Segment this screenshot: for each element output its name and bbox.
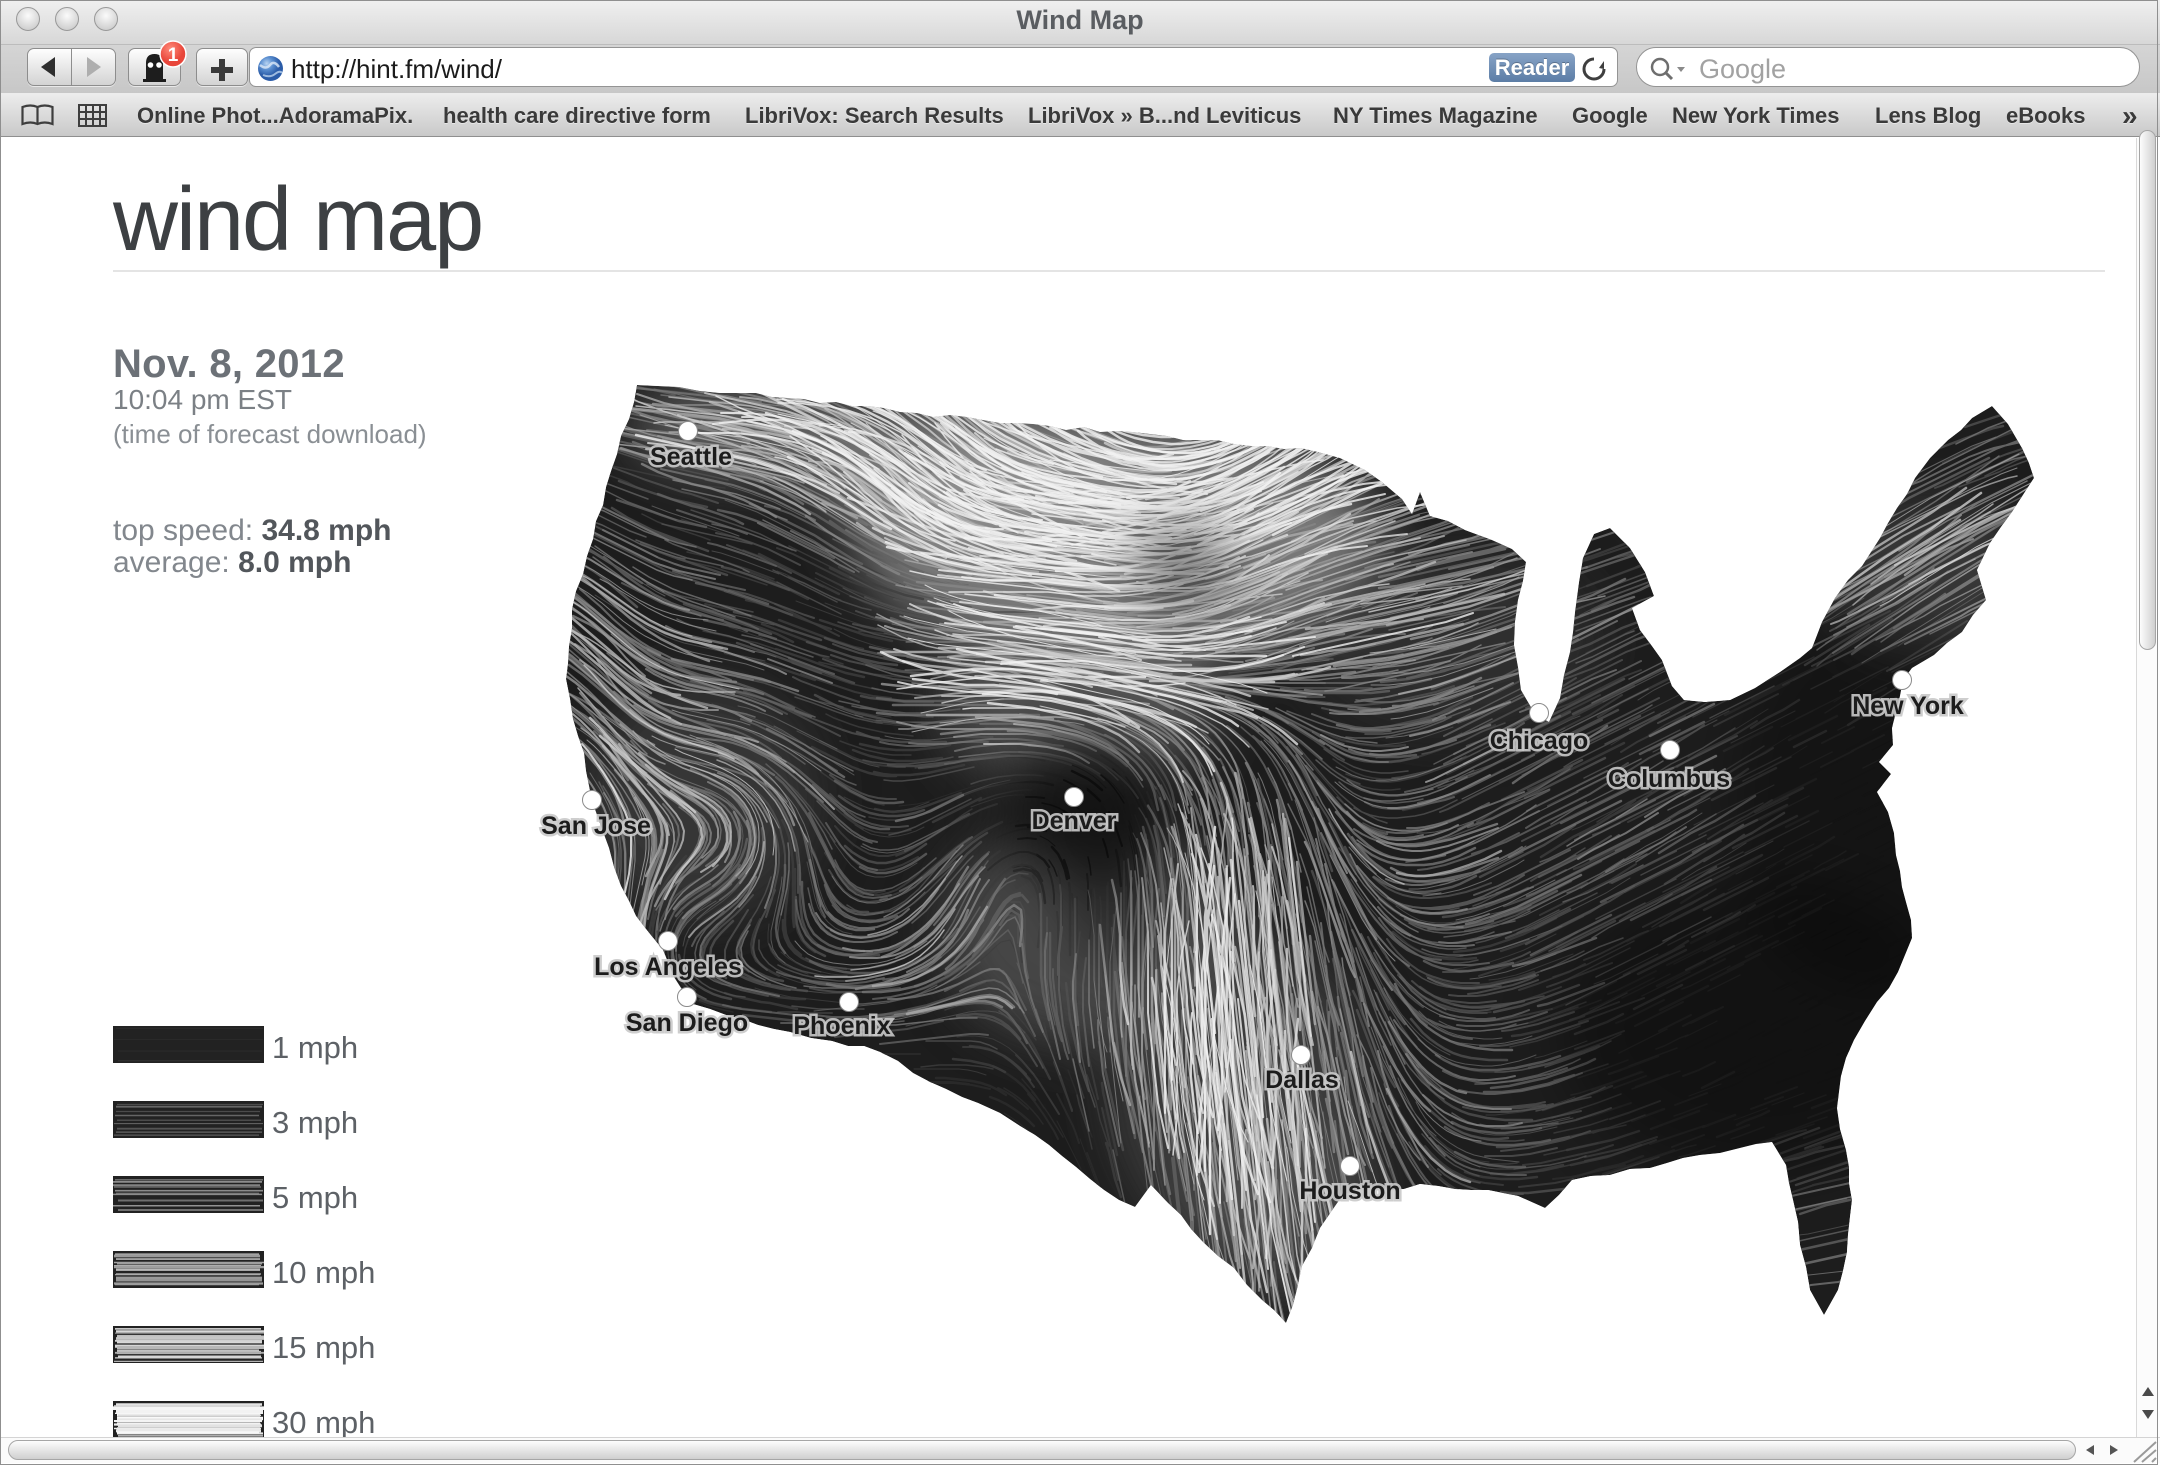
svg-text:Los Angeles: Los Angeles — [594, 953, 742, 981]
svg-text:San Jose: San Jose — [541, 812, 651, 840]
svg-text:1: 1 — [168, 45, 179, 66]
svg-text:Phoenix: Phoenix — [793, 1012, 890, 1040]
svg-text:Dallas: Dallas — [1265, 1066, 1339, 1094]
svg-text:Columbus: Columbus — [1608, 765, 1730, 793]
svg-text:Seattle: Seattle — [650, 443, 732, 471]
svg-text:Chicago: Chicago — [1490, 727, 1589, 755]
svg-text:Houston: Houston — [1299, 1177, 1400, 1205]
svg-text:New York: New York — [1852, 692, 1964, 720]
svg-text:Denver: Denver — [1032, 807, 1117, 835]
svg-text:San Diego: San Diego — [626, 1009, 748, 1037]
